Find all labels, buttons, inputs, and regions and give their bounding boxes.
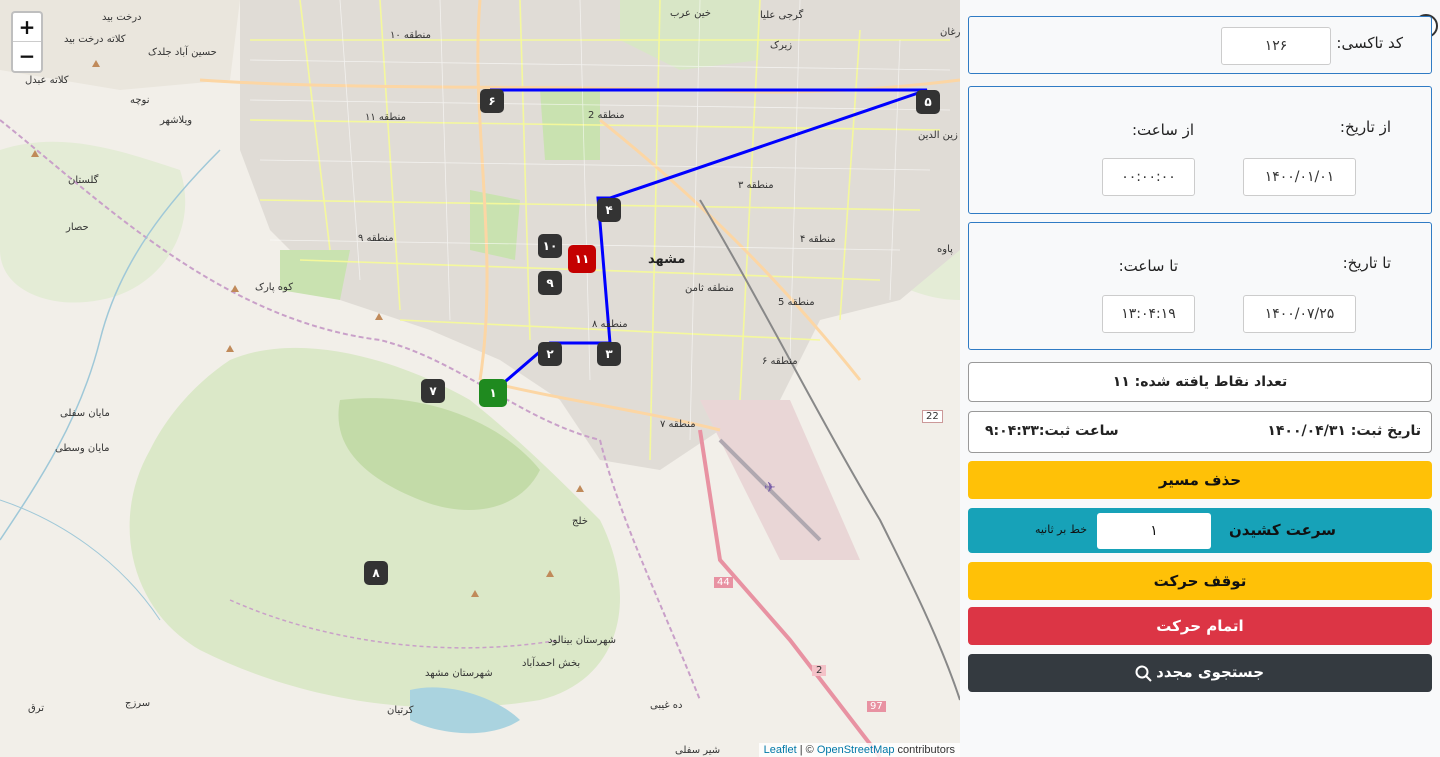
map-label: شهرستان مشهد bbox=[425, 668, 493, 679]
from-box: از تاریخ: از ساعت: ۱۴۰۰/۰۱/۰۱ ۰۰:۰۰:۰۰ bbox=[968, 86, 1432, 214]
map-label: درخت بید bbox=[102, 12, 142, 23]
attribution-separator: | © bbox=[796, 744, 817, 756]
map-label: مایان وسطی bbox=[55, 443, 110, 454]
map-label: منطقه ۷ bbox=[660, 419, 696, 430]
map-label: منطقه ۱۱ bbox=[365, 112, 406, 123]
from-time-input[interactable]: ۰۰:۰۰:۰۰ bbox=[1102, 158, 1195, 196]
map-view[interactable]: مشهد منطقه ۱۰ منطقه 2 منطقه ۱۱ منطقه ۳ م… bbox=[0, 0, 960, 757]
from-date-label: از تاریخ: bbox=[1339, 118, 1391, 136]
route-marker[interactable]: ۱ bbox=[479, 379, 507, 407]
map-label: گلستان bbox=[68, 175, 99, 186]
registration-date: تاریخ ثبت: ۱۴۰۰/۰۴/۳۱ bbox=[1267, 423, 1421, 439]
to-date-label: تا تاریخ: bbox=[1342, 254, 1391, 272]
map-label: منطقه ثامن bbox=[685, 283, 734, 294]
search-icon bbox=[1135, 665, 1152, 682]
draw-speed-unit: خط بر ثانیه bbox=[1034, 523, 1087, 536]
map-label: حسین آباد جلدک bbox=[148, 47, 217, 58]
taxi-code-box: کد تاکسی: ۱۲۶ bbox=[968, 16, 1432, 74]
map-label: منطقه ۱۰ bbox=[390, 30, 431, 41]
map-label: منطقه ۶ bbox=[762, 356, 798, 367]
route-marker[interactable]: ۶ bbox=[480, 89, 504, 113]
draw-speed-label: سرعت کشیدن bbox=[1228, 521, 1336, 539]
map-label: کلاته درخت بید bbox=[64, 34, 126, 45]
map-label: منطقه ۸ bbox=[592, 319, 628, 330]
map-tiles bbox=[0, 0, 960, 757]
map-label: منطقه 5 bbox=[778, 297, 815, 308]
route-marker[interactable]: ۴ bbox=[597, 198, 621, 222]
map-label: سرزج bbox=[125, 698, 151, 709]
to-date-input[interactable]: ۱۴۰۰/۰۷/۲۵ bbox=[1243, 295, 1356, 333]
map-label: شیر سفلی bbox=[675, 745, 721, 756]
map-label: ترق bbox=[28, 703, 45, 714]
map-label: گرجی علیا bbox=[760, 10, 804, 21]
map-label: حصار bbox=[66, 222, 89, 233]
taxi-code-label: کد تاکسی: bbox=[1336, 34, 1403, 52]
map-label: مایان سفلی bbox=[60, 408, 110, 419]
map-label: ویلاشهر bbox=[160, 115, 193, 126]
registration-info: تاریخ ثبت: ۱۴۰۰/۰۴/۳۱ ساعت ثبت:۹:۰۴:۳۳ bbox=[968, 411, 1432, 453]
zoom-in-button[interactable]: + bbox=[13, 13, 41, 42]
to-time-label: تا ساعت: bbox=[1118, 257, 1178, 275]
to-box: تا تاریخ: تا ساعت: ۱۴۰۰/۰۷/۲۵ ۱۳:۰۴:۱۹ bbox=[968, 222, 1432, 350]
map-label: خلج bbox=[572, 516, 588, 527]
map-label: پاوه bbox=[937, 244, 953, 255]
from-time-label: از ساعت: bbox=[1131, 121, 1194, 139]
route-marker[interactable]: ۱۱ bbox=[568, 245, 596, 273]
search-again-label: جستجوی مجدد bbox=[1156, 663, 1264, 681]
map-label: شهرستان بینالود bbox=[548, 635, 617, 646]
map-label: نوچه bbox=[130, 95, 150, 106]
taxi-code-input[interactable]: ۱۲۶ bbox=[1221, 27, 1331, 65]
map-label: ده غیبی bbox=[650, 700, 683, 711]
road-shield: 44 bbox=[714, 577, 733, 588]
zoom-control: + − bbox=[11, 11, 43, 73]
airport-icon: ✈ bbox=[764, 480, 776, 496]
osm-link[interactable]: OpenStreetMap bbox=[817, 744, 895, 756]
map-label: کلاته عبدل bbox=[25, 75, 69, 86]
route-marker[interactable]: ۵ bbox=[916, 90, 940, 114]
map-label: منطقه ۳ bbox=[738, 180, 774, 191]
route-marker[interactable]: ۲ bbox=[538, 342, 562, 366]
zoom-out-button[interactable]: − bbox=[13, 42, 41, 71]
control-panel: کد تاکسی: ۱۲۶ از تاریخ: از ساعت: ۱۴۰۰/۰۱… bbox=[960, 0, 1440, 757]
route-marker[interactable]: ۹ bbox=[538, 271, 562, 295]
map-label: زین الدین bbox=[918, 130, 958, 141]
road-shield: 2 bbox=[812, 665, 827, 676]
route-marker[interactable]: ۷ bbox=[421, 379, 445, 403]
stop-motion-button[interactable]: توقف حرکت bbox=[968, 562, 1432, 600]
attribution-contributors: contributors bbox=[894, 744, 955, 756]
route-marker[interactable]: ۸ bbox=[364, 561, 388, 585]
draw-speed-input[interactable]: ۱ bbox=[1097, 513, 1211, 549]
map-label-city: مشهد bbox=[648, 252, 686, 267]
map-attribution: Leaflet | © OpenStreetMap contributors bbox=[758, 743, 960, 757]
route-marker[interactable]: ۱۰ bbox=[538, 234, 562, 258]
map-label: بخش احمدآباد bbox=[522, 658, 581, 669]
map-label: زرغان bbox=[940, 27, 960, 38]
map-label: کرتیان bbox=[387, 705, 414, 716]
to-time-input[interactable]: ۱۳:۰۴:۱۹ bbox=[1102, 295, 1195, 333]
registration-time: ساعت ثبت:۹:۰۴:۳۳ bbox=[985, 423, 1119, 439]
delete-route-button[interactable]: حذف مسیر bbox=[968, 461, 1432, 499]
finish-motion-button[interactable]: اتمام حرکت bbox=[968, 607, 1432, 645]
draw-speed-control: سرعت کشیدن ۱ خط بر ثانیه bbox=[968, 508, 1432, 553]
map-label: خین عرب bbox=[670, 8, 711, 19]
map-label: منطقه ۴ bbox=[800, 234, 836, 245]
road-shield: 22 bbox=[922, 410, 943, 423]
map-label: زیرک bbox=[770, 40, 793, 51]
map-label: کوه پارک bbox=[255, 282, 293, 293]
leaflet-link[interactable]: Leaflet bbox=[764, 744, 797, 756]
map-label: منطقه ۹ bbox=[358, 233, 394, 244]
search-again-button[interactable]: جستجوی مجدد bbox=[968, 654, 1432, 692]
route-marker[interactable]: ۳ bbox=[597, 342, 621, 366]
from-date-input[interactable]: ۱۴۰۰/۰۱/۰۱ bbox=[1243, 158, 1356, 196]
road-shield: 97 bbox=[867, 701, 886, 712]
points-found: تعداد نقاط یافته شده: ۱۱ bbox=[968, 362, 1432, 402]
map-label: منطقه 2 bbox=[588, 110, 625, 121]
